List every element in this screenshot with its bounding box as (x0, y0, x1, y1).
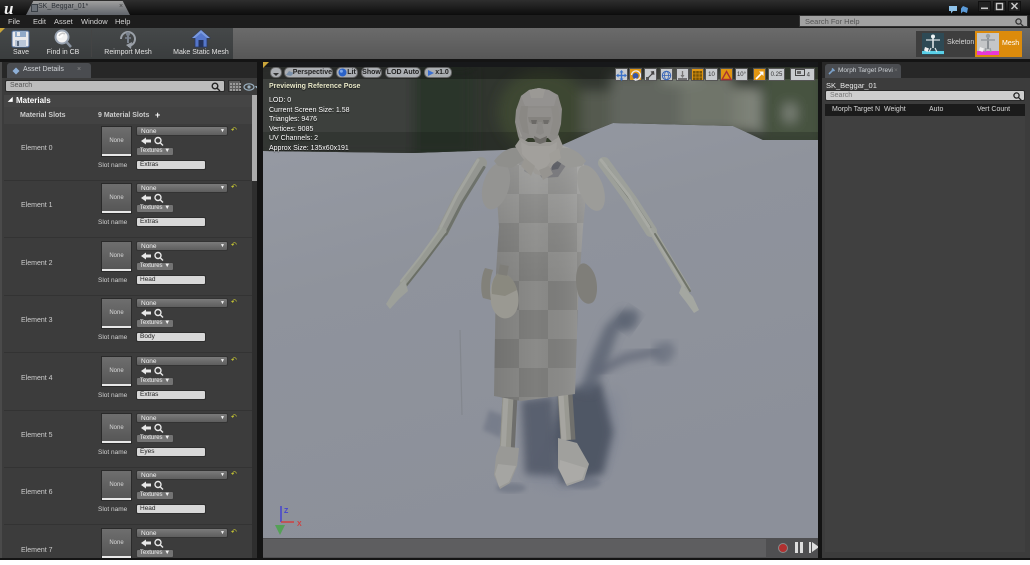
svg-text:X: X (297, 521, 302, 528)
svg-text:Z: Z (284, 508, 289, 515)
